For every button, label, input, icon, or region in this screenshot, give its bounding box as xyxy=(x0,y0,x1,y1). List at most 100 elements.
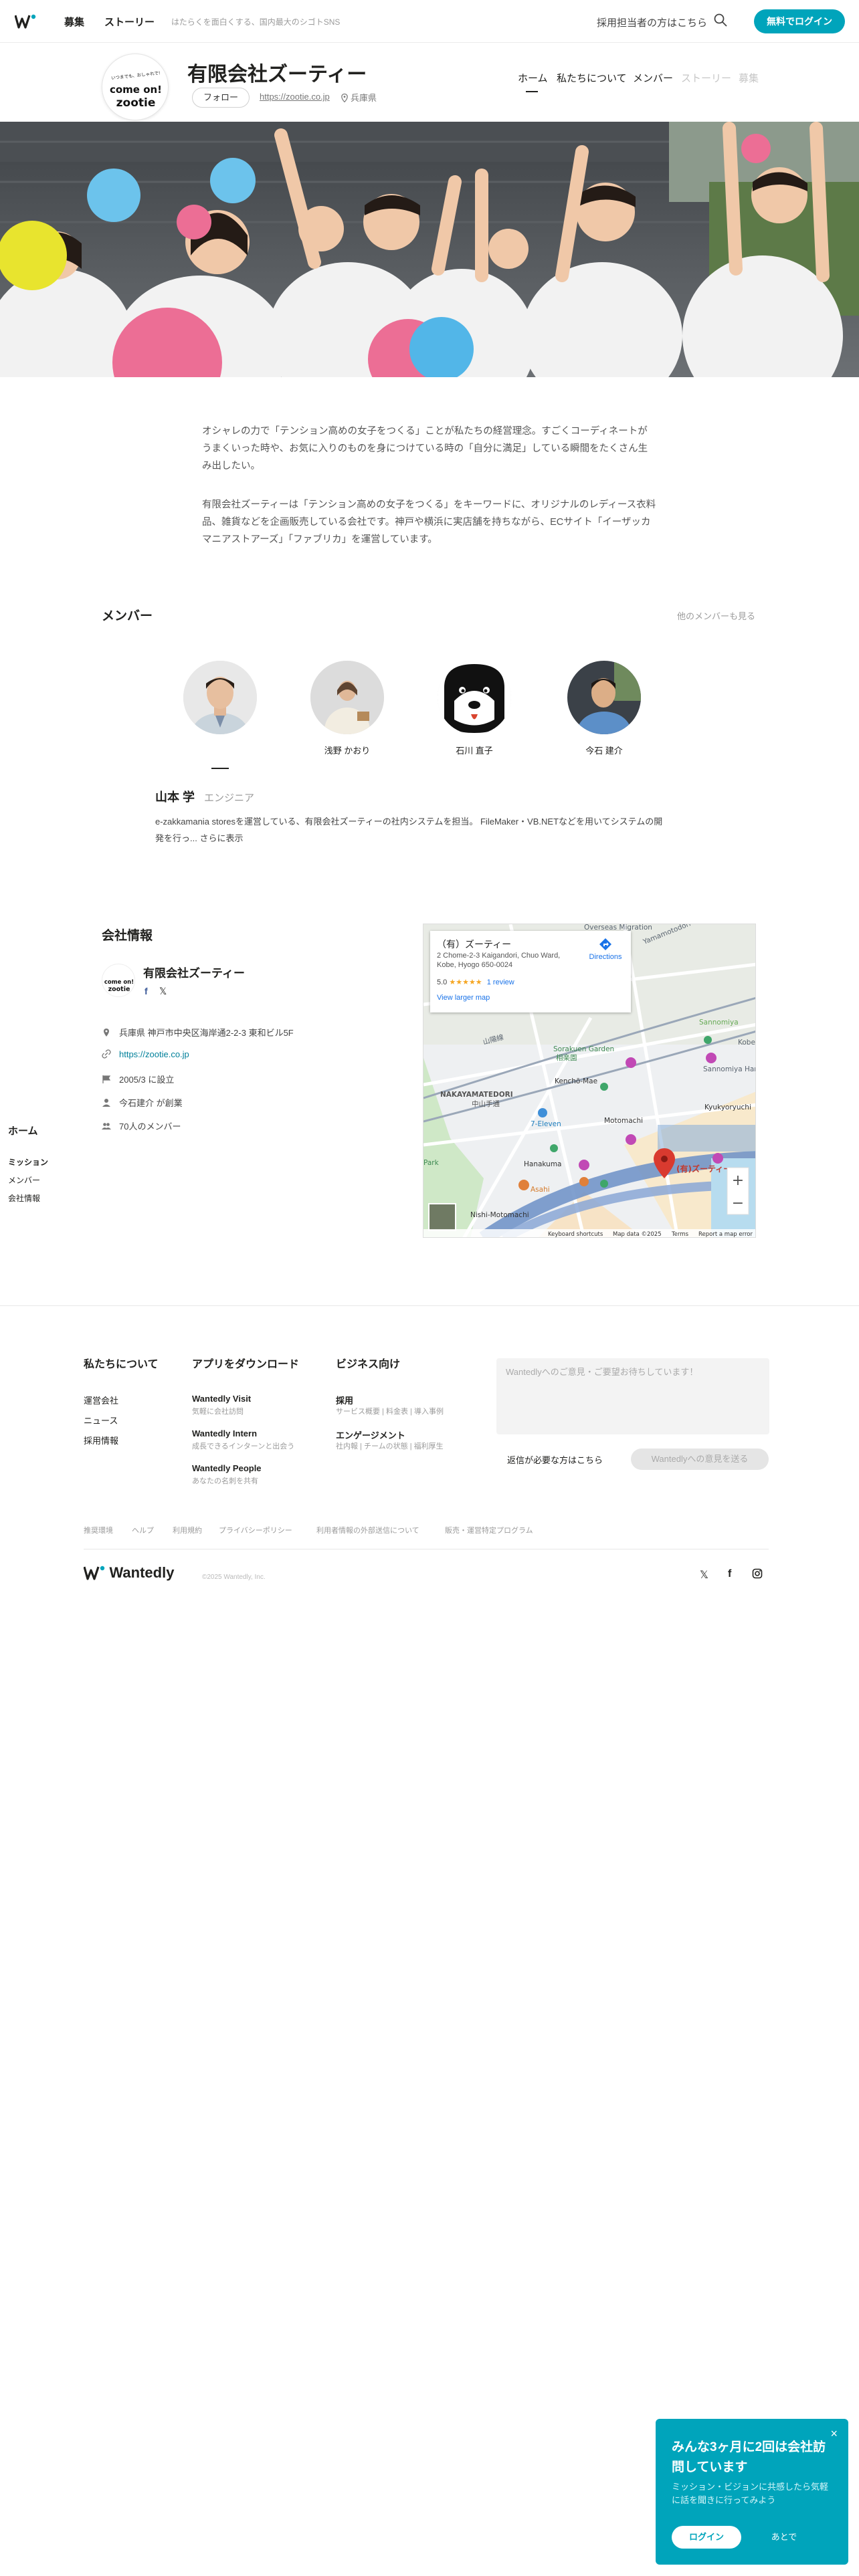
footer-link-news[interactable]: ニュース xyxy=(84,1414,118,1426)
legal-link[interactable]: ヘルプ xyxy=(132,1525,154,1535)
member-card[interactable]: 浅野 かおり xyxy=(310,661,384,756)
search-icon[interactable] xyxy=(713,13,728,27)
company-url-link[interactable]: https://zootie.co.jp xyxy=(260,92,330,102)
company-founded: 2005/3 に設立 xyxy=(102,1073,174,1085)
footer-link-careers[interactable]: 採用情報 xyxy=(84,1434,118,1446)
member-avatar xyxy=(183,661,257,734)
hero-photo xyxy=(0,122,859,377)
tab-jobs[interactable]: 募集 xyxy=(739,71,759,85)
legal-link[interactable]: 利用者情報の外部送信について xyxy=(316,1525,419,1535)
company-founder-text: 今石建介 が創業 xyxy=(119,1098,183,1108)
selected-member-name: 山本 学 xyxy=(155,790,195,804)
footer-facebook-icon[interactable]: f xyxy=(728,1568,731,1580)
directions-label: Directions xyxy=(589,953,622,961)
footer-app-intern[interactable]: Wantedly Intern xyxy=(192,1428,257,1438)
footer-biz-recruiting[interactable]: 採用 xyxy=(336,1394,353,1406)
member-name: 今石 建介 xyxy=(585,746,623,756)
footer-wantedly-logo[interactable]: Wantedly xyxy=(83,1564,191,1584)
satellite-toggle[interactable] xyxy=(428,1203,456,1231)
company-address-text: 兵庫県 神戸市中央区海岸通2-2-3 東和ビル5F xyxy=(119,1028,294,1038)
map-terms-link[interactable]: Terms xyxy=(671,1231,689,1238)
zoom-in-button[interactable]: + xyxy=(732,1172,744,1189)
members-section-title: メンバー xyxy=(102,609,153,623)
wantedly-logo-icon[interactable] xyxy=(15,13,37,29)
nav-jobs[interactable]: 募集 xyxy=(64,15,84,29)
send-feedback-button[interactable]: Wantedlyへの意見を送る xyxy=(631,1448,769,1470)
company-logo-image: いつまでも、おしゃれで! come on! zootie xyxy=(110,70,162,110)
side-nav-members[interactable]: メンバー xyxy=(8,1174,48,1186)
person-icon xyxy=(102,1099,110,1107)
company-website-link[interactable]: https://zootie.co.jp xyxy=(119,1049,189,1059)
tab-members[interactable]: メンバー xyxy=(633,71,673,85)
map-data-attribution: Map data ©2025 xyxy=(613,1231,662,1238)
legal-link[interactable]: 販売・運営特定プログラム xyxy=(445,1525,533,1535)
company-website: https://zootie.co.jp xyxy=(102,1049,189,1059)
follow-button[interactable]: フォロー xyxy=(192,88,250,108)
company-address: 兵庫県 神戸市中央区海岸通2-2-3 東和ビル5F xyxy=(102,1026,294,1039)
side-nav-company-info[interactable]: 会社情報 xyxy=(8,1192,48,1204)
map-report-error-link[interactable]: Report a map error xyxy=(698,1231,753,1238)
footer-app-people-desc: あなたの名刺を共有 xyxy=(192,1477,258,1485)
footer-app-visit[interactable]: Wantedly Visit xyxy=(192,1394,251,1404)
footer-instagram-icon[interactable] xyxy=(752,1568,763,1582)
active-tab-indicator xyxy=(526,91,538,92)
map-label: 相楽園 xyxy=(556,1053,577,1062)
map-label: Nishi-Motomachi xyxy=(470,1211,529,1219)
footer-x-icon[interactable]: 𝕏 xyxy=(700,1568,708,1582)
footer-app-intern-desc: 成長できるインターンと出会う xyxy=(192,1442,295,1451)
map-rating: 5.0 ★★★★★ 1 review xyxy=(437,978,514,986)
company-members-count-text: 70人のメンバー xyxy=(119,1121,181,1132)
company-name: 有限会社ズーティー xyxy=(187,64,367,86)
member-name: 石川 直子 xyxy=(456,746,493,756)
side-nav-home[interactable]: ホーム xyxy=(8,1123,48,1138)
footer-biz-engagement[interactable]: エンゲージメント xyxy=(336,1428,405,1441)
top-navigation: 募集 ストーリー はたらくを面白くする、国内最大のシゴトSNS 採用担当者の方は… xyxy=(0,0,859,43)
member-card[interactable] xyxy=(183,661,257,744)
recruiter-link[interactable]: 採用担当者の方はこちら xyxy=(597,15,707,29)
company-founded-text: 2005/3 に設立 xyxy=(119,1075,175,1085)
feedback-reply-link[interactable]: 返信が必要な方はこちら xyxy=(507,1453,603,1466)
map-keyboard-shortcuts[interactable]: Keyboard shortcuts xyxy=(548,1231,603,1238)
location-pin-icon xyxy=(341,93,348,103)
footer-link-company[interactable]: 運営会社 xyxy=(84,1394,118,1406)
directions-button[interactable]: Directions xyxy=(585,938,626,961)
link-icon xyxy=(102,1049,111,1059)
member-avatar xyxy=(438,661,511,734)
site-tagline: はたらくを面白くする、国内最大のシゴトSNS xyxy=(171,17,341,27)
legal-link[interactable]: 推奨環境 xyxy=(84,1525,113,1535)
facebook-icon[interactable]: f xyxy=(145,986,148,996)
view-larger-map-link[interactable]: View larger map xyxy=(437,994,490,1002)
company-logo: いつまでも、おしゃれで! come on! zootie xyxy=(102,53,169,120)
feedback-textarea[interactable]: Wantedlyへのご意見・ご要望お待ちしています！ xyxy=(496,1358,769,1434)
company-location-text: 兵庫県 xyxy=(351,93,377,103)
map-place-name: （有）ズーティー xyxy=(437,939,512,950)
login-button[interactable]: 無料でログイン xyxy=(754,9,845,33)
selected-member-description[interactable]: e-zakkamania storesを運営している、有限会社ズーティーの社内シ… xyxy=(155,813,670,847)
logo-sub-text: zootie xyxy=(116,96,156,110)
popup-title: みんな3ヶ月に2回は会社訪問しています xyxy=(672,2440,826,2474)
tab-home[interactable]: ホーム xyxy=(518,71,548,85)
x-twitter-icon[interactable]: 𝕏 xyxy=(159,986,167,997)
google-map[interactable]: Overseas Migration Yamamotodori 3 Sannom… xyxy=(423,924,756,1238)
zoom-out-button[interactable]: − xyxy=(732,1195,744,1212)
footer-app-visit-desc: 気軽に会社訪問 xyxy=(192,1408,244,1416)
legal-link[interactable]: 利用規約 xyxy=(173,1525,202,1535)
map-label: Hanakuma xyxy=(524,1160,562,1168)
footer-biz-engagement-desc: 社内報 | チームの状態 | 福利厚生 xyxy=(336,1442,444,1451)
member-card[interactable]: 石川 直子 xyxy=(438,661,511,756)
map-reviews-link[interactable]: 1 review xyxy=(487,978,514,986)
member-card[interactable]: 今石 建介 xyxy=(567,661,641,756)
member-name: 浅野 かおり xyxy=(324,746,371,756)
tab-about[interactable]: 私たちについて xyxy=(557,71,627,85)
nav-stories[interactable]: ストーリー xyxy=(104,15,155,29)
side-nav-mission[interactable]: ミッション xyxy=(8,1156,48,1168)
see-more-members-link[interactable]: 他のメンバーも見る xyxy=(677,609,755,622)
popup-login-button[interactable]: ログイン xyxy=(672,2526,741,2549)
svg-text:come on!: come on! xyxy=(104,979,134,986)
popup-later-button[interactable]: あとで xyxy=(749,2526,819,2549)
tab-stories[interactable]: ストーリー xyxy=(681,71,731,85)
legal-link[interactable]: プライバシーポリシー xyxy=(219,1525,292,1535)
logo-main-text: come on! xyxy=(110,84,162,96)
footer-biz-recruiting-desc: サービス概要 | 料金表 | 導入事例 xyxy=(336,1408,444,1416)
footer-app-people[interactable]: Wantedly People xyxy=(192,1463,262,1473)
